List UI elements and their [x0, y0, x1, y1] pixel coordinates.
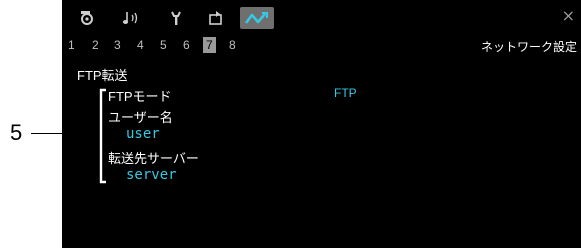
group-bracket — [99, 88, 106, 184]
page-indicator: 1 2 3 4 5 6 7 8 ネットワーク設定 — [62, 37, 581, 55]
wrench-icon[interactable] — [165, 7, 187, 29]
page-8[interactable]: 8 — [229, 38, 236, 52]
username-label[interactable]: ユーザー名 — [108, 107, 173, 126]
close-icon[interactable]: × — [562, 6, 575, 25]
playback-icon[interactable] — [205, 7, 227, 29]
menu-tab-bar: × — [62, 0, 581, 34]
camera-settings-icon[interactable] — [76, 7, 98, 29]
audio-icon[interactable] — [119, 7, 145, 29]
username-value[interactable]: user — [126, 126, 160, 142]
camera-menu-screen: × 1 2 3 4 5 6 7 8 ネットワーク設定 FTP転送 FTPモード … — [62, 0, 581, 248]
page-6[interactable]: 6 — [183, 38, 190, 52]
destination-server-value[interactable]: server — [126, 167, 177, 183]
network-icon[interactable] — [240, 7, 274, 29]
ftp-mode-label[interactable]: FTPモード — [108, 86, 172, 105]
page-7-selected[interactable]: 7 — [203, 37, 216, 53]
destination-server-label[interactable]: 転送先サーバー — [108, 148, 199, 167]
ftp-mode-value[interactable]: FTP — [334, 86, 357, 100]
page-5[interactable]: 5 — [160, 38, 167, 52]
callout-number: 5 — [10, 120, 23, 145]
section-title: FTP転送 — [77, 68, 128, 83]
page-1[interactable]: 1 — [68, 38, 75, 52]
page-3[interactable]: 3 — [114, 38, 121, 52]
menu-title: ネットワーク設定 — [480, 40, 577, 54]
page-2[interactable]: 2 — [92, 38, 99, 52]
page-4[interactable]: 4 — [137, 38, 144, 52]
